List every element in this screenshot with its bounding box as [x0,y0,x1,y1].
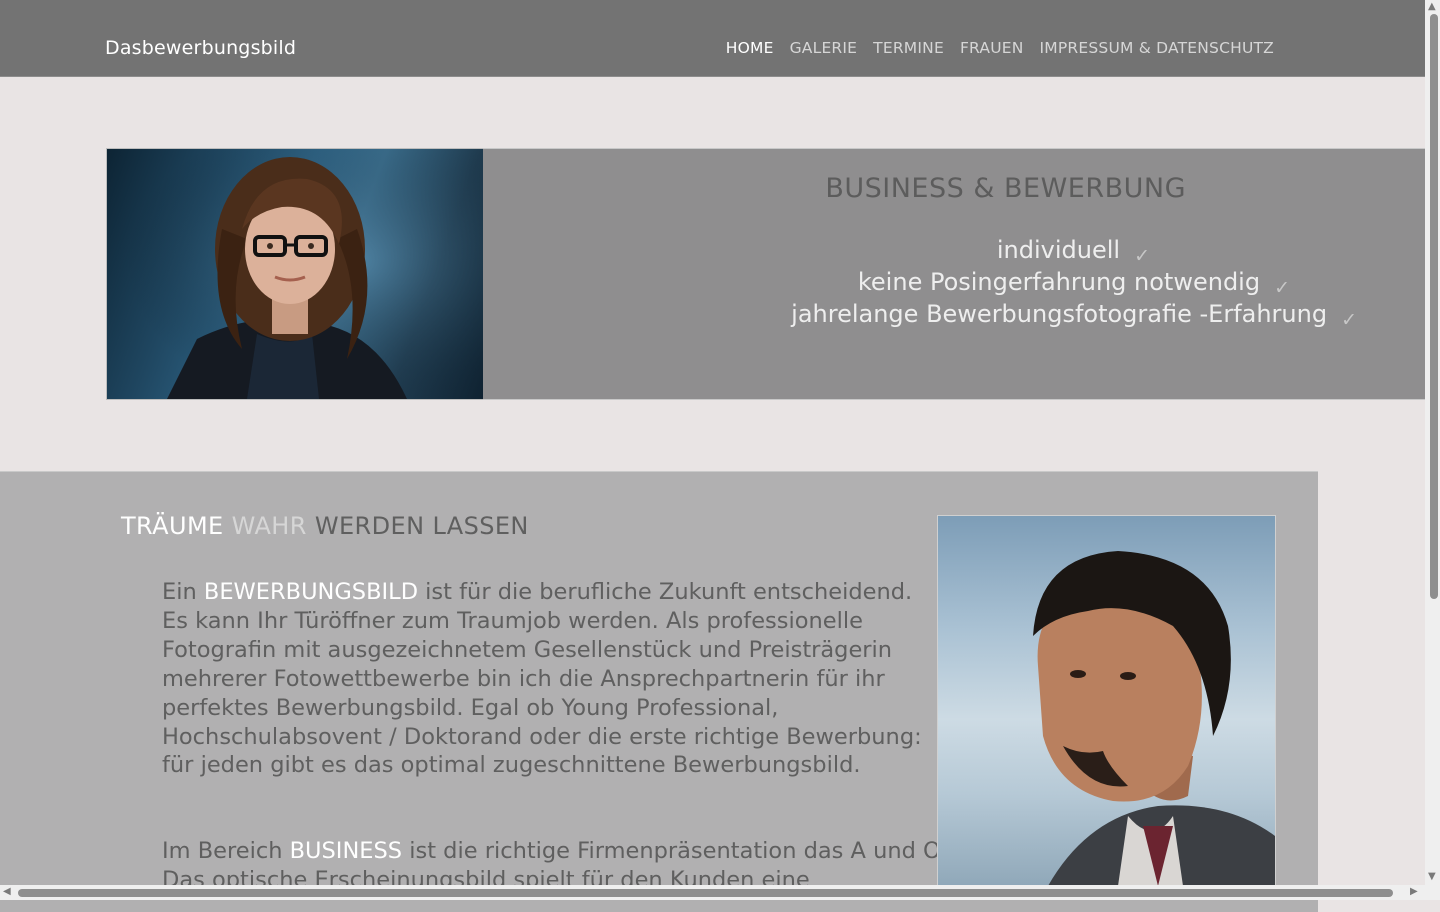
main-nav: HOME GALERIE TERMINE FRAUEN IMPRESSUM & … [710,39,1274,57]
section-heading: TRÄUME WAHR WERDEN LASSEN [121,512,529,540]
vertical-scroll-thumb[interactable] [1430,14,1438,599]
check-icon: ✓ [1134,245,1150,267]
top-navigation-bar: Dasbewerbungsbild HOME GALERIE TERMINE F… [0,0,1425,77]
nav-item-impressum[interactable]: IMPRESSUM & DATENSCHUTZ [1040,39,1274,57]
benefit-item: individuell ✓ [996,236,1150,267]
horizontal-scroll-thumb[interactable] [18,889,1393,897]
scroll-down-arrow-icon[interactable]: ▼ [1428,872,1436,882]
nav-item-home[interactable]: HOME [726,39,774,57]
scroll-left-arrow-icon[interactable]: ◀ [3,887,11,897]
man-portrait-image [937,515,1276,887]
vertical-scrollbar[interactable]: ▲ ▼ [1425,0,1440,885]
benefit-item: jahrelange Bewerbungsfotografie -Erfahru… [791,300,1357,331]
nav-item-termine[interactable]: TERMINE [873,39,944,57]
check-icon: ✓ [1341,309,1357,331]
scroll-right-arrow-icon[interactable]: ▶ [1410,887,1418,897]
man-portrait-illustration [1033,551,1275,886]
hero-title: BUSINESS & BEWERBUNG [825,173,1186,204]
benefit-item: keine Posingerfahrung notwendig ✓ [857,268,1290,299]
horizontal-scrollbar[interactable]: ◀ ▶ [0,885,1425,900]
check-icon: ✓ [1274,277,1290,299]
nav-item-frauen[interactable]: FRAUEN [960,39,1024,57]
scroll-up-arrow-icon[interactable]: ▲ [1428,2,1436,12]
site-logo-text[interactable]: Dasbewerbungsbild [105,37,296,59]
nav-item-galerie[interactable]: GALERIE [790,39,858,57]
intro-paragraph: Ein BEWERBUNGSBILD ist für die beruflich… [162,579,922,779]
scrollbar-corner [1425,885,1440,900]
